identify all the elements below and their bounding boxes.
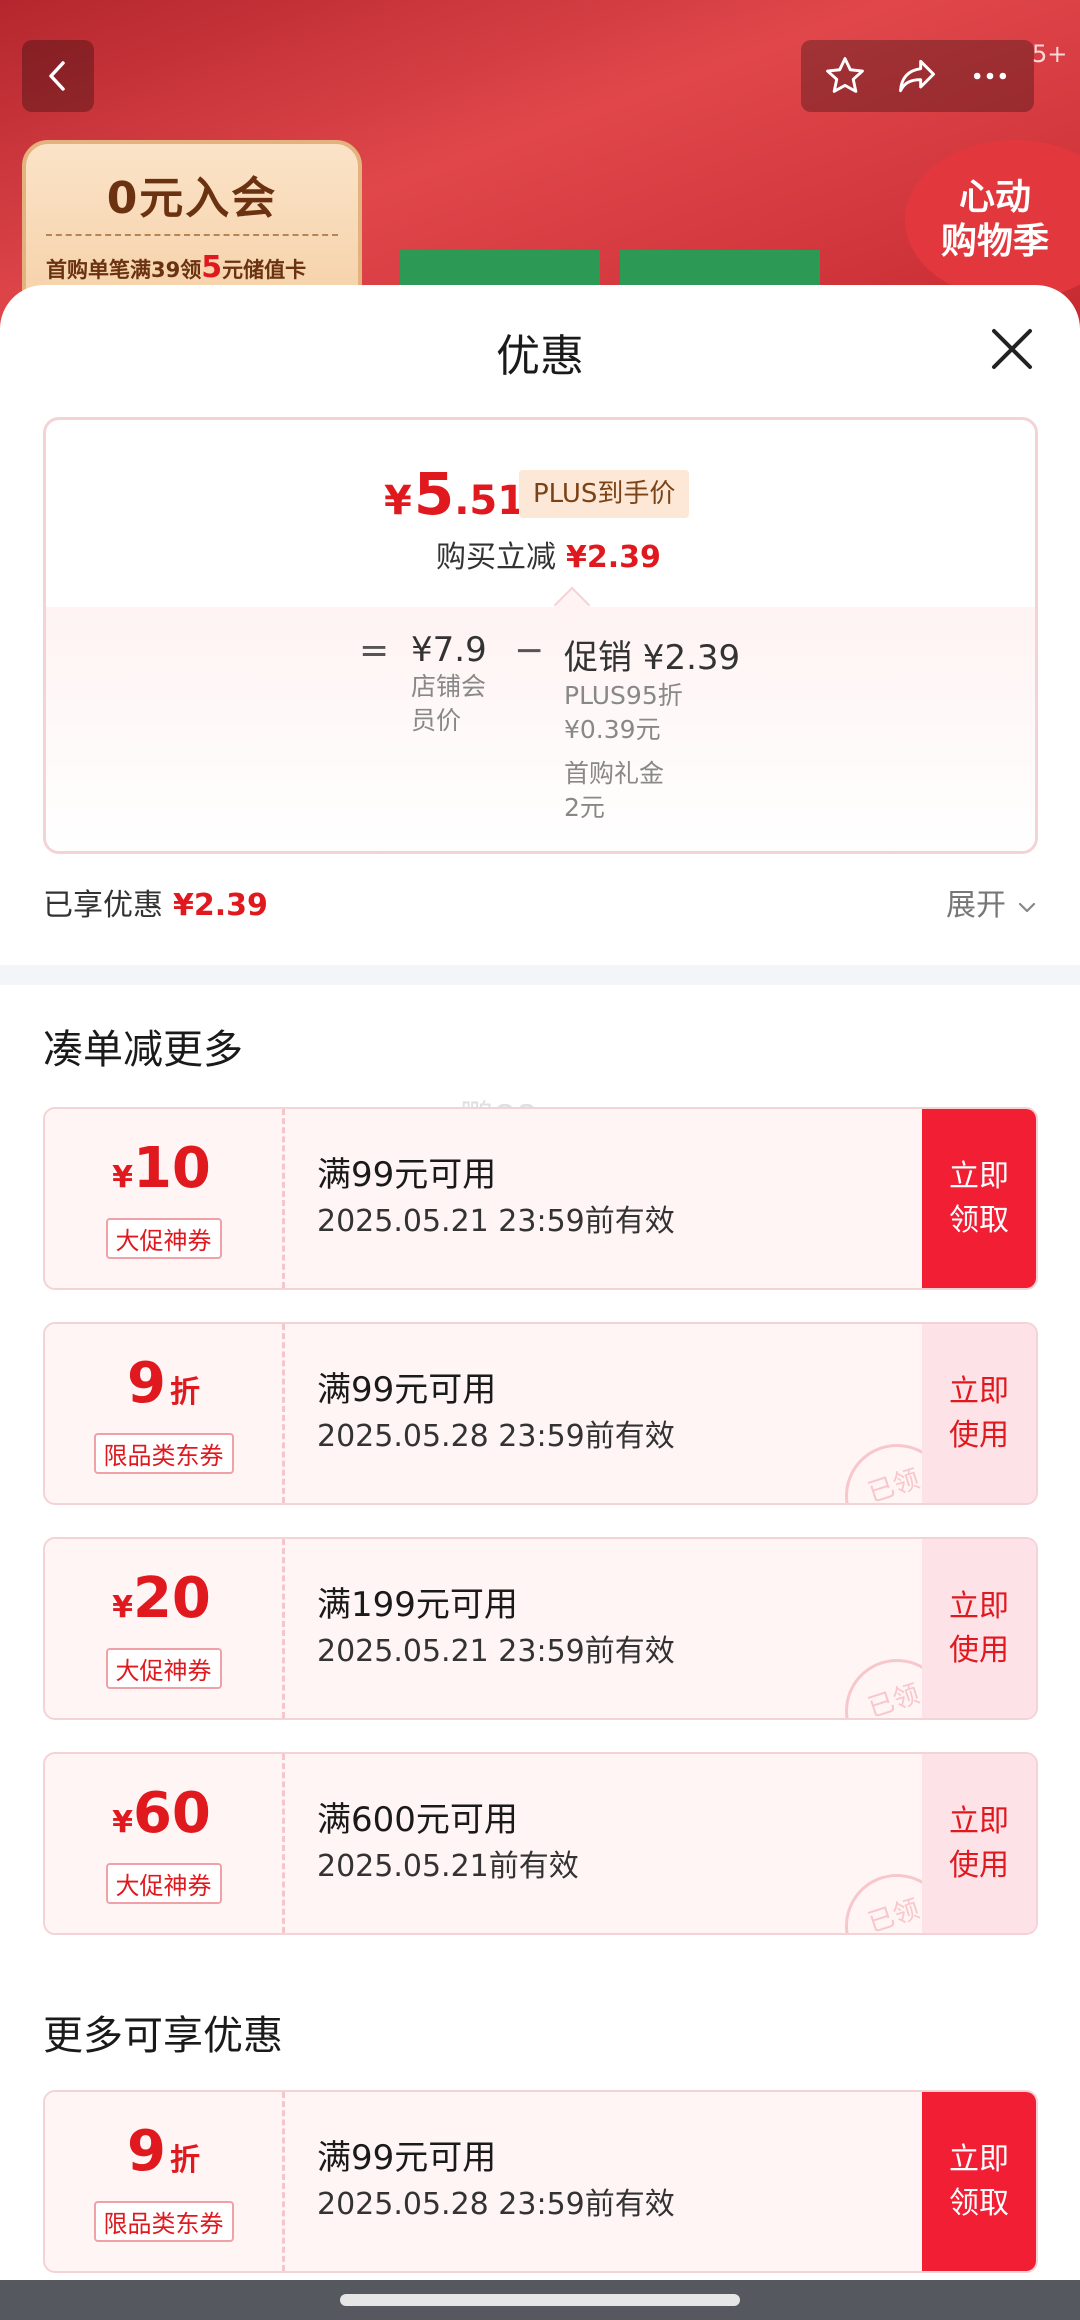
section-title-more-offers: 更多可享优惠 <box>43 2013 283 2059</box>
coupon-value: ¥10 <box>112 1135 211 1201</box>
coupon-type-tag: 大促神券 <box>105 1862 222 1904</box>
coupon-type-tag: 限品类东券 <box>93 1432 234 1474</box>
coupon-card: ¥20 大促神券 满199元可用 2025.05.21 23:59前有效 已领 … <box>43 1537 1038 1720</box>
use-coupon-button[interactable]: 立即 使用 <box>922 1539 1036 1718</box>
sheet-title: 优惠 <box>496 331 584 382</box>
coupon-expiry: 2025.05.21前有效 <box>317 1849 579 1884</box>
coupon-value: ¥60 <box>112 1780 211 1846</box>
coupon-details: 满600元可用 2025.05.21前有效 <box>317 1796 579 1890</box>
minus-sign: − <box>514 630 545 671</box>
plus-price-tag: PLUS到手价 <box>519 470 690 518</box>
chevron-left-icon <box>49 61 65 91</box>
coupon-details: 满99元可用 2025.05.28 23:59前有效 <box>317 1366 675 1460</box>
system-nav-bar <box>0 2280 1080 2320</box>
member-price-block: ¥7.9 店铺会 员价 <box>411 630 487 738</box>
member-price-label: 店铺会 <box>411 672 487 701</box>
member-card-subtitle: 首购单笔满39领5元储值卡 <box>46 250 307 285</box>
member-price-label: 员价 <box>411 706 462 735</box>
discount-sheet: 优惠 ¥5.51 PLUS到手价 购买立减 ¥2.39 = ¥7.9 店铺会 员价… <box>0 285 1080 2280</box>
promotion-block: 促销 ¥2.39 PLUS95折 ¥0.39元 首购礼金 2元 <box>564 630 740 825</box>
purchase-discount: 购买立减 ¥2.39 <box>436 540 661 575</box>
product-image-strip <box>400 250 600 290</box>
coupon-card: ¥10 大促神券 满99元可用 2025.05.21 23:59前有效 立即 领取 <box>43 1107 1038 1290</box>
shopping-season-label: 心动 购物季 <box>940 177 1049 262</box>
coupon-value-block: ¥60 大促神券 <box>45 1754 285 1933</box>
coupon-value-block: ¥10 大促神券 <box>45 1109 285 1288</box>
back-button[interactable] <box>22 40 94 112</box>
member-card-title: 0元入会 <box>46 162 338 236</box>
coupon-condition: 满600元可用 <box>317 1800 518 1840</box>
coupon-expiry: 2025.05.21 23:59前有效 <box>317 1634 675 1669</box>
coupon-condition: 满99元可用 <box>317 1155 497 1195</box>
coupon-type-tag: 大促神券 <box>105 1647 222 1689</box>
section-divider <box>0 965 1080 985</box>
promotion-item: 首购礼金 <box>564 759 665 788</box>
final-price: ¥5.51 <box>384 460 526 528</box>
price-summary-card: ¥5.51 PLUS到手价 购买立减 ¥2.39 = ¥7.9 店铺会 员价 − … <box>43 417 1038 854</box>
coupon-details: 满99元可用 2025.05.21 23:59前有效 <box>317 1151 675 1245</box>
coupon-condition: 满199元可用 <box>317 1585 518 1625</box>
promotion-item-value: 2元 <box>564 793 605 822</box>
claim-coupon-button[interactable]: 立即 领取 <box>922 1109 1036 1288</box>
use-coupon-button[interactable]: 立即 使用 <box>922 1754 1036 1933</box>
close-icon[interactable] <box>988 325 1036 373</box>
coupon-card: ¥60 大促神券 满600元可用 2025.05.21前有效 已领 立即 使用 <box>43 1752 1038 1935</box>
coupon-value-block: 9折 限品类东券 <box>45 2092 285 2271</box>
section-title-more-savings: 凑单减更多 <box>43 1027 243 1073</box>
coupon-expiry: 2025.05.21 23:59前有效 <box>317 1204 675 1239</box>
coupon-value: 9折 <box>127 2118 200 2184</box>
coupon-value-block: 9折 限品类东券 <box>45 1324 285 1503</box>
equals-sign: = <box>359 630 390 671</box>
coupon-card: 9折 限品类东券 满99元可用 2025.05.28 23:59前有效 已领 立… <box>43 1322 1038 1505</box>
promotion-total: 促销 ¥2.39 <box>564 638 741 678</box>
claim-coupon-button[interactable]: 立即 领取 <box>922 2092 1036 2271</box>
coupon-condition: 满99元可用 <box>317 2138 497 2178</box>
more-icon[interactable] <box>968 54 1012 98</box>
coupon-expiry: 2025.05.28 23:59前有效 <box>317 1419 675 1454</box>
notification-count: 5+ <box>1032 40 1068 68</box>
promotion-item-value: ¥0.39元 <box>564 715 661 744</box>
product-image-strip <box>620 250 820 290</box>
promotion-item: PLUS95折 <box>564 681 683 710</box>
coupon-expiry: 2025.05.28 23:59前有效 <box>317 2187 675 2222</box>
expand-button[interactable]: 展开 <box>946 880 1038 924</box>
coupon-type-tag: 限品类东券 <box>93 2200 234 2242</box>
use-coupon-button[interactable]: 立即 使用 <box>922 1324 1036 1503</box>
top-action-bar <box>801 40 1034 112</box>
coupon-type-tag: 大促神券 <box>105 1217 222 1259</box>
member-price: ¥7.9 <box>411 630 487 670</box>
coupon-condition: 满99元可用 <box>317 1370 497 1410</box>
coupon-value: ¥20 <box>112 1565 211 1631</box>
coupon-details: 满99元可用 2025.05.28 23:59前有效 <box>317 2134 675 2228</box>
coupon-details: 满199元可用 2025.05.21 23:59前有效 <box>317 1581 675 1675</box>
coupon-card: 9折 限品类东券 满99元可用 2025.05.28 23:59前有效 立即 领取 <box>43 2090 1038 2273</box>
home-gesture-handle[interactable] <box>340 2294 740 2306</box>
star-icon[interactable] <box>823 54 867 98</box>
share-icon[interactable] <box>894 54 940 98</box>
chevron-down-icon <box>1018 902 1035 912</box>
coupon-value-block: ¥20 大促神券 <box>45 1539 285 1718</box>
coupon-value: 9折 <box>127 1350 200 1416</box>
enjoyed-discount: 已享优惠 ¥2.39 <box>43 888 268 923</box>
